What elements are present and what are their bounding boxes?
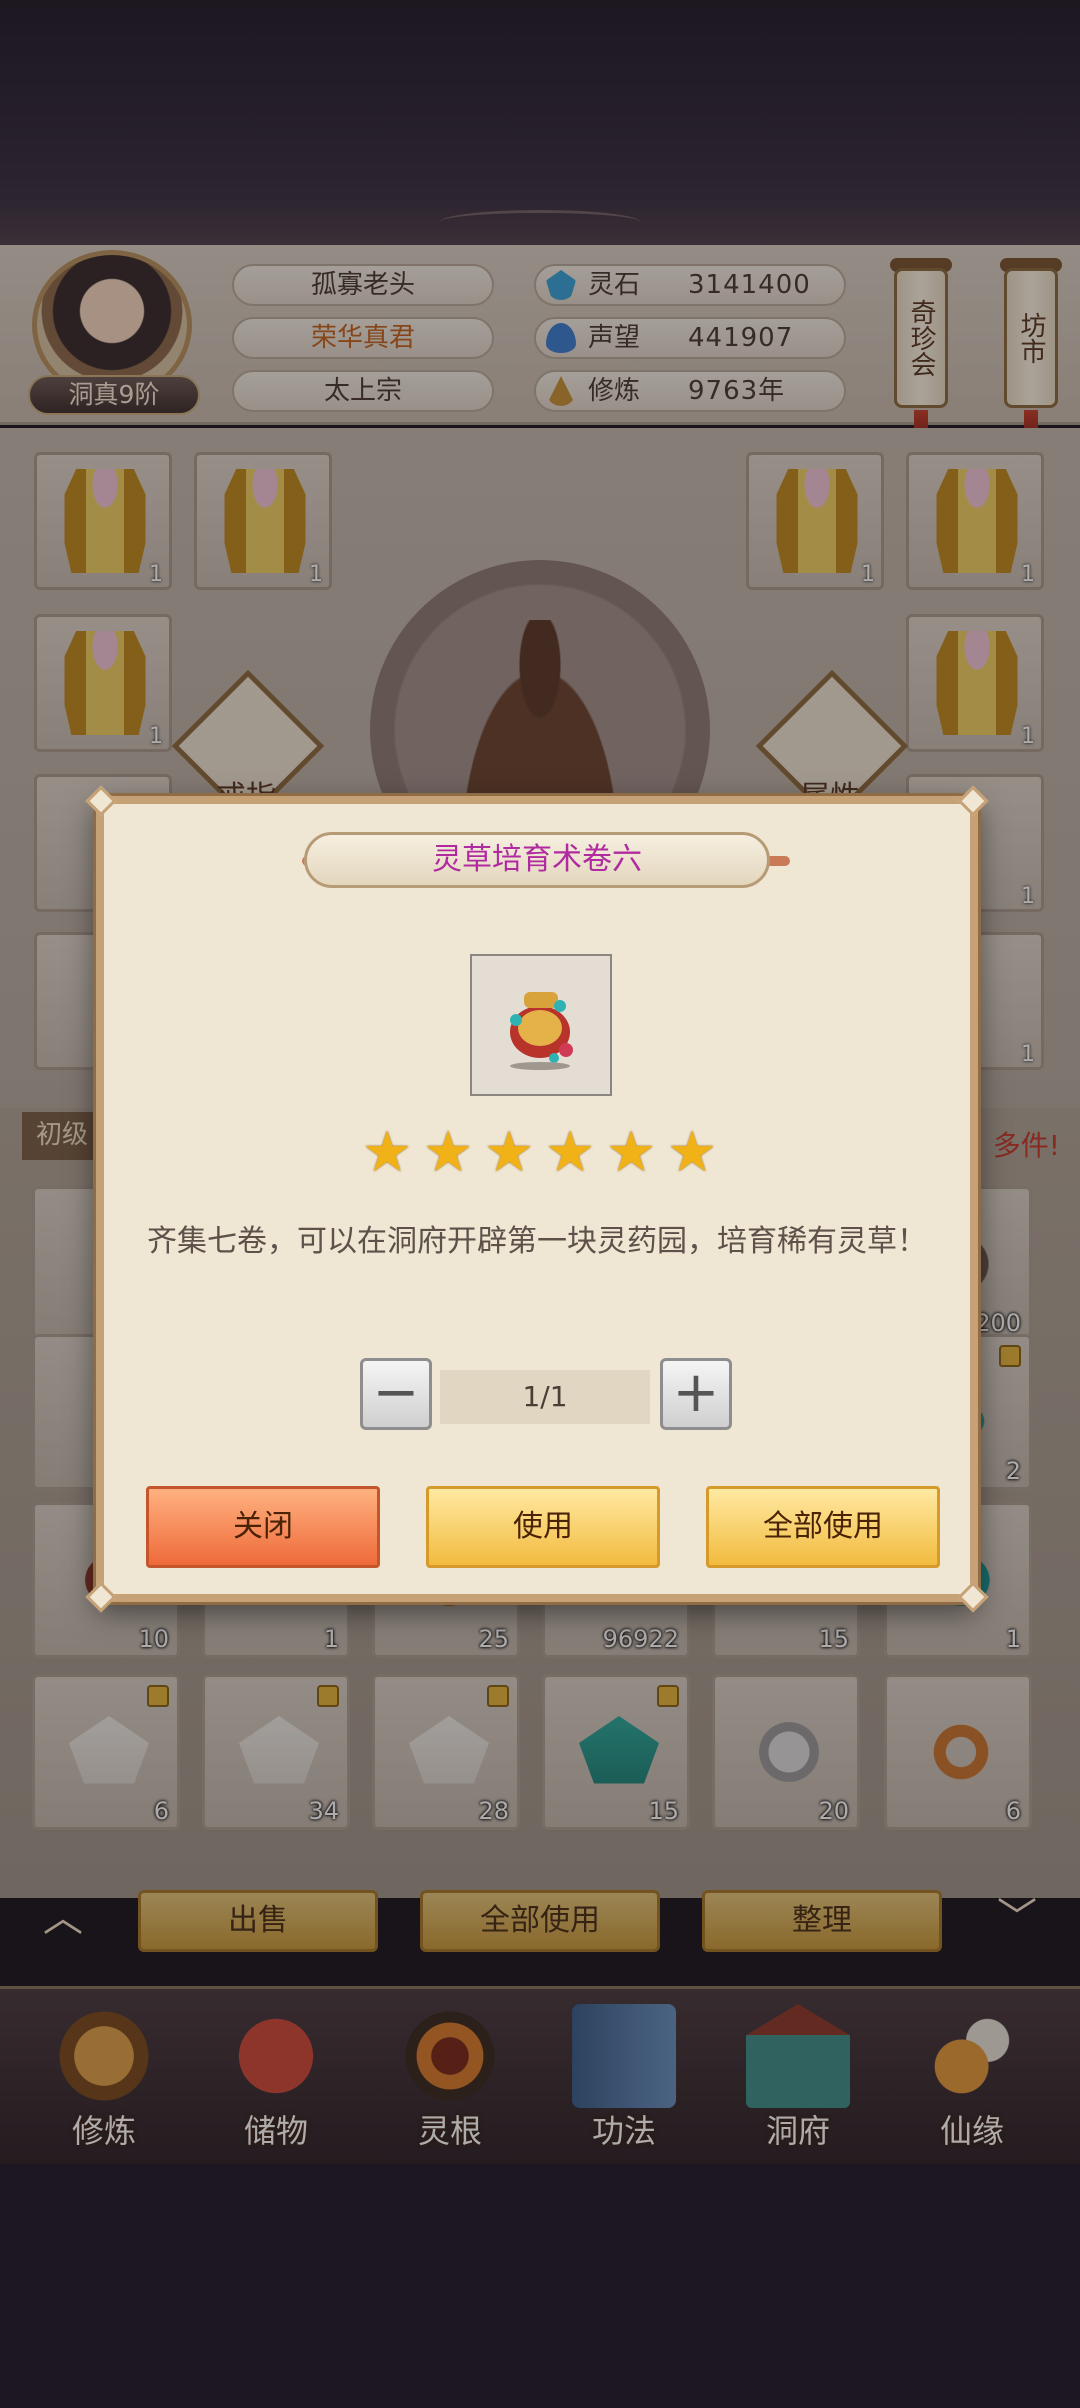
increase-quantity-button[interactable]: + [660, 1358, 732, 1430]
close-button[interactable]: 关闭 [146, 1486, 380, 1568]
bottom-dark-strip [0, 2164, 1080, 2408]
dialog-title-plate: 灵草培育术卷六 [304, 832, 770, 888]
use-button[interactable]: 使用 [426, 1486, 660, 1568]
star-icon: ★ [667, 1120, 718, 1185]
scroll-item-icon [510, 992, 573, 1070]
star-icon: ★ [606, 1120, 657, 1185]
decrease-quantity-button[interactable]: − [360, 1358, 432, 1430]
quantity-display[interactable]: 1/1 [440, 1370, 650, 1424]
star-icon: ★ [484, 1120, 535, 1185]
star-icon: ★ [362, 1120, 413, 1185]
top-strip [0, 0, 1080, 245]
item-description: 齐集七卷，可以在洞府开辟第一块灵药园，培育稀有灵草！ [147, 1224, 927, 1259]
star-icon: ★ [545, 1120, 596, 1185]
dialog-title: 灵草培育术卷六 [432, 842, 642, 877]
top-ornament [440, 210, 640, 234]
item-detail-dialog: 灵草培育术卷六 ★ ★ ★ ★ ★ ★ 齐集七卷，可以在洞府开辟第一块灵药园，培… [85, 785, 989, 1613]
star-icon: ★ [423, 1120, 474, 1185]
item-icon-frame [470, 954, 612, 1096]
use-all-button[interactable]: 全部使用 [706, 1486, 940, 1568]
